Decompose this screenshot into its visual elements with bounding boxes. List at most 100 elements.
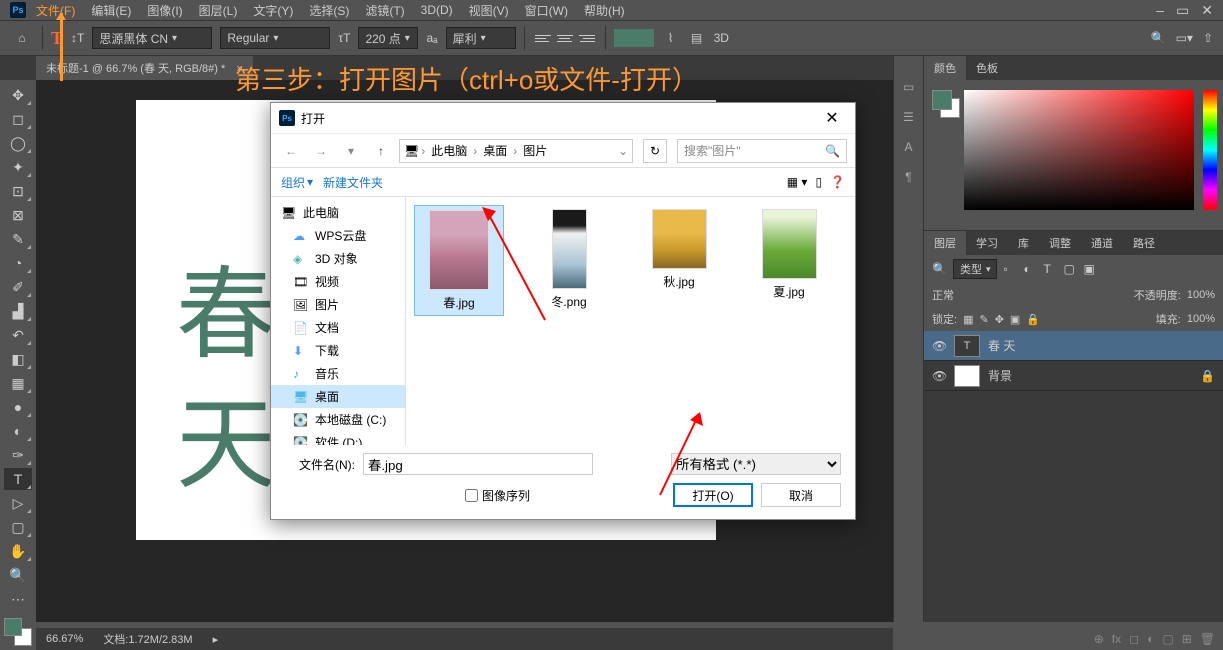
- visibility-icon[interactable]: 👁: [932, 369, 946, 383]
- delete-layer-icon[interactable]: 🗑: [1200, 632, 1215, 646]
- foreground-color[interactable]: [4, 618, 22, 636]
- font-weight-dropdown[interactable]: Regular: [220, 27, 330, 49]
- antialiasing-dropdown[interactable]: 犀利: [446, 27, 516, 49]
- nav-forward-icon[interactable]: →: [309, 139, 333, 163]
- tab-channels[interactable]: 通道: [1081, 231, 1123, 255]
- character-panel-icon[interactable]: ▤: [688, 29, 706, 47]
- foreground-background-colors[interactable]: [4, 618, 32, 646]
- lock-pixels-icon[interactable]: ✎: [979, 313, 988, 326]
- lock-all-icon[interactable]: 🔒: [1026, 313, 1040, 326]
- clone-stamp-tool[interactable]: ▟: [4, 300, 32, 322]
- filter-pixel-icon[interactable]: ▫: [1003, 262, 1017, 276]
- visibility-icon[interactable]: 👁: [932, 339, 946, 353]
- document-tab[interactable]: 未标题-1 @ 66.7% (春 天, RGB/8#) * ×: [36, 56, 253, 80]
- menu-edit[interactable]: 编辑(E): [85, 0, 137, 21]
- menu-window[interactable]: 窗口(W): [519, 0, 574, 21]
- tree-item-documents[interactable]: 📄文档: [271, 316, 405, 339]
- breadcrumb-item[interactable]: 桌面: [479, 142, 511, 159]
- breadcrumb-item[interactable]: 此电脑: [427, 142, 471, 159]
- filter-smart-icon[interactable]: ▣: [1083, 262, 1097, 276]
- frame-tool[interactable]: ⊠: [4, 204, 32, 226]
- layer-mask-icon[interactable]: ◻: [1129, 632, 1139, 646]
- tree-item-wps[interactable]: ☁WPS云盘: [271, 224, 405, 247]
- folder-tree[interactable]: 🖥此电脑 ☁WPS云盘 ◈3D 对象 🎞视频 🖼图片 📄文档 ⬇下载 ♪音乐 🖥…: [271, 197, 406, 445]
- menu-view[interactable]: 视图(V): [463, 0, 515, 21]
- preview-pane-icon[interactable]: ▯: [815, 175, 822, 189]
- menu-type[interactable]: 文字(Y): [247, 0, 299, 21]
- layer-item[interactable]: 👁 背景 🔒: [924, 361, 1223, 391]
- filter-type-icon[interactable]: T: [1043, 262, 1057, 276]
- gradient-tool[interactable]: ▦: [4, 372, 32, 394]
- cancel-button[interactable]: 取消: [761, 483, 841, 507]
- nav-back-icon[interactable]: ←: [279, 139, 303, 163]
- eraser-tool[interactable]: ◧: [4, 348, 32, 370]
- link-layers-icon[interactable]: ⊕: [1094, 632, 1104, 646]
- tree-item-3d[interactable]: ◈3D 对象: [271, 247, 405, 270]
- eyedropper-tool[interactable]: ✎: [4, 228, 32, 250]
- history-brush-tool[interactable]: ↶: [4, 324, 32, 346]
- lock-artboard-icon[interactable]: ▣: [1010, 313, 1020, 326]
- hue-slider[interactable]: [1203, 90, 1217, 210]
- menu-layer[interactable]: 图层(L): [193, 0, 244, 21]
- maximize-icon[interactable]: ▭: [1176, 2, 1189, 19]
- breadcrumb-bar[interactable]: 🖥 › 此电脑 › 桌面 › 图片 ⌄: [399, 139, 633, 163]
- filter-search-icon[interactable]: 🔍: [932, 262, 947, 276]
- align-center-icon[interactable]: [555, 29, 575, 47]
- marquee-tool[interactable]: ◻: [4, 108, 32, 130]
- search-icon[interactable]: 🔍: [1151, 31, 1166, 45]
- color-field[interactable]: [964, 90, 1194, 210]
- tree-item-music[interactable]: ♪音乐: [271, 362, 405, 385]
- tree-item-disk-c[interactable]: 💽本地磁盘 (C:): [271, 408, 405, 431]
- orientation-icon[interactable]: ↕T: [71, 31, 84, 45]
- text-color-swatch[interactable]: [614, 29, 654, 47]
- rectangle-tool[interactable]: ▢: [4, 516, 32, 538]
- tab-learn[interactable]: 学习: [966, 231, 1008, 255]
- font-family-dropdown[interactable]: 思源黑体 CN: [92, 27, 212, 49]
- lock-position-icon[interactable]: ✥: [995, 313, 1004, 326]
- tab-layers[interactable]: 图层: [924, 231, 966, 255]
- menu-help[interactable]: 帮助(H): [578, 0, 631, 21]
- magic-wand-tool[interactable]: ✦: [4, 156, 32, 178]
- opacity-input[interactable]: 100%: [1187, 289, 1215, 301]
- refresh-icon[interactable]: ↻: [643, 139, 667, 163]
- menu-filter[interactable]: 滤镜(T): [359, 0, 410, 21]
- hand-tool[interactable]: ✋: [4, 540, 32, 562]
- close-icon[interactable]: ✕: [1201, 2, 1213, 19]
- history-panel-icon[interactable]: ▭: [898, 76, 920, 98]
- edit-toolbar[interactable]: ⋯: [4, 588, 32, 610]
- layer-style-icon[interactable]: fx: [1112, 632, 1121, 646]
- tree-item-disk-d[interactable]: 💽软件 (D:): [271, 431, 405, 445]
- file-list[interactable]: 春.jpg 冬.png 秋.jpg 夏.jpg: [406, 197, 855, 445]
- tree-item-this-pc[interactable]: 🖥此电脑: [271, 201, 405, 224]
- align-left-icon[interactable]: [533, 29, 553, 47]
- tab-adjustments[interactable]: 调整: [1039, 231, 1081, 255]
- path-selection-tool[interactable]: ▷: [4, 492, 32, 514]
- tree-item-desktop[interactable]: 🖥桌面: [271, 385, 405, 408]
- breadcrumb-item[interactable]: 图片: [519, 142, 551, 159]
- pen-tool[interactable]: ✑: [4, 444, 32, 466]
- layer-thumbnail[interactable]: T: [954, 335, 980, 357]
- filter-shape-icon[interactable]: ▢: [1063, 262, 1077, 276]
- brush-tool[interactable]: ✐: [4, 276, 32, 298]
- canvas-text-layer[interactable]: 春天: [176, 250, 276, 510]
- home-icon[interactable]: ⌂: [10, 26, 34, 50]
- organize-menu[interactable]: 组织 ▾: [281, 174, 313, 191]
- layer-name[interactable]: 春 天: [988, 337, 1015, 354]
- align-right-icon[interactable]: [577, 29, 597, 47]
- dialog-close-button[interactable]: ✕: [817, 103, 847, 133]
- menu-select[interactable]: 选择(S): [303, 0, 355, 21]
- paragraph-panel-icon[interactable]: ¶: [898, 166, 920, 188]
- layer-name[interactable]: 背景: [988, 367, 1012, 384]
- nav-recent-icon[interactable]: ▾: [339, 139, 363, 163]
- blur-tool[interactable]: ●: [4, 396, 32, 418]
- nav-up-icon[interactable]: ↑: [369, 139, 393, 163]
- tree-item-pictures[interactable]: 🖼图片: [271, 293, 405, 316]
- dodge-tool[interactable]: ◐: [4, 420, 32, 442]
- filename-input[interactable]: [363, 453, 593, 475]
- warp-text-icon[interactable]: ⌇: [662, 29, 680, 47]
- menu-image[interactable]: 图像(I): [141, 0, 188, 21]
- tree-item-downloads[interactable]: ⬇下载: [271, 339, 405, 362]
- move-tool[interactable]: ✥: [4, 84, 32, 106]
- view-icons-icon[interactable]: ▦ ▾: [787, 175, 808, 189]
- file-item[interactable]: 夏.jpg: [744, 205, 834, 304]
